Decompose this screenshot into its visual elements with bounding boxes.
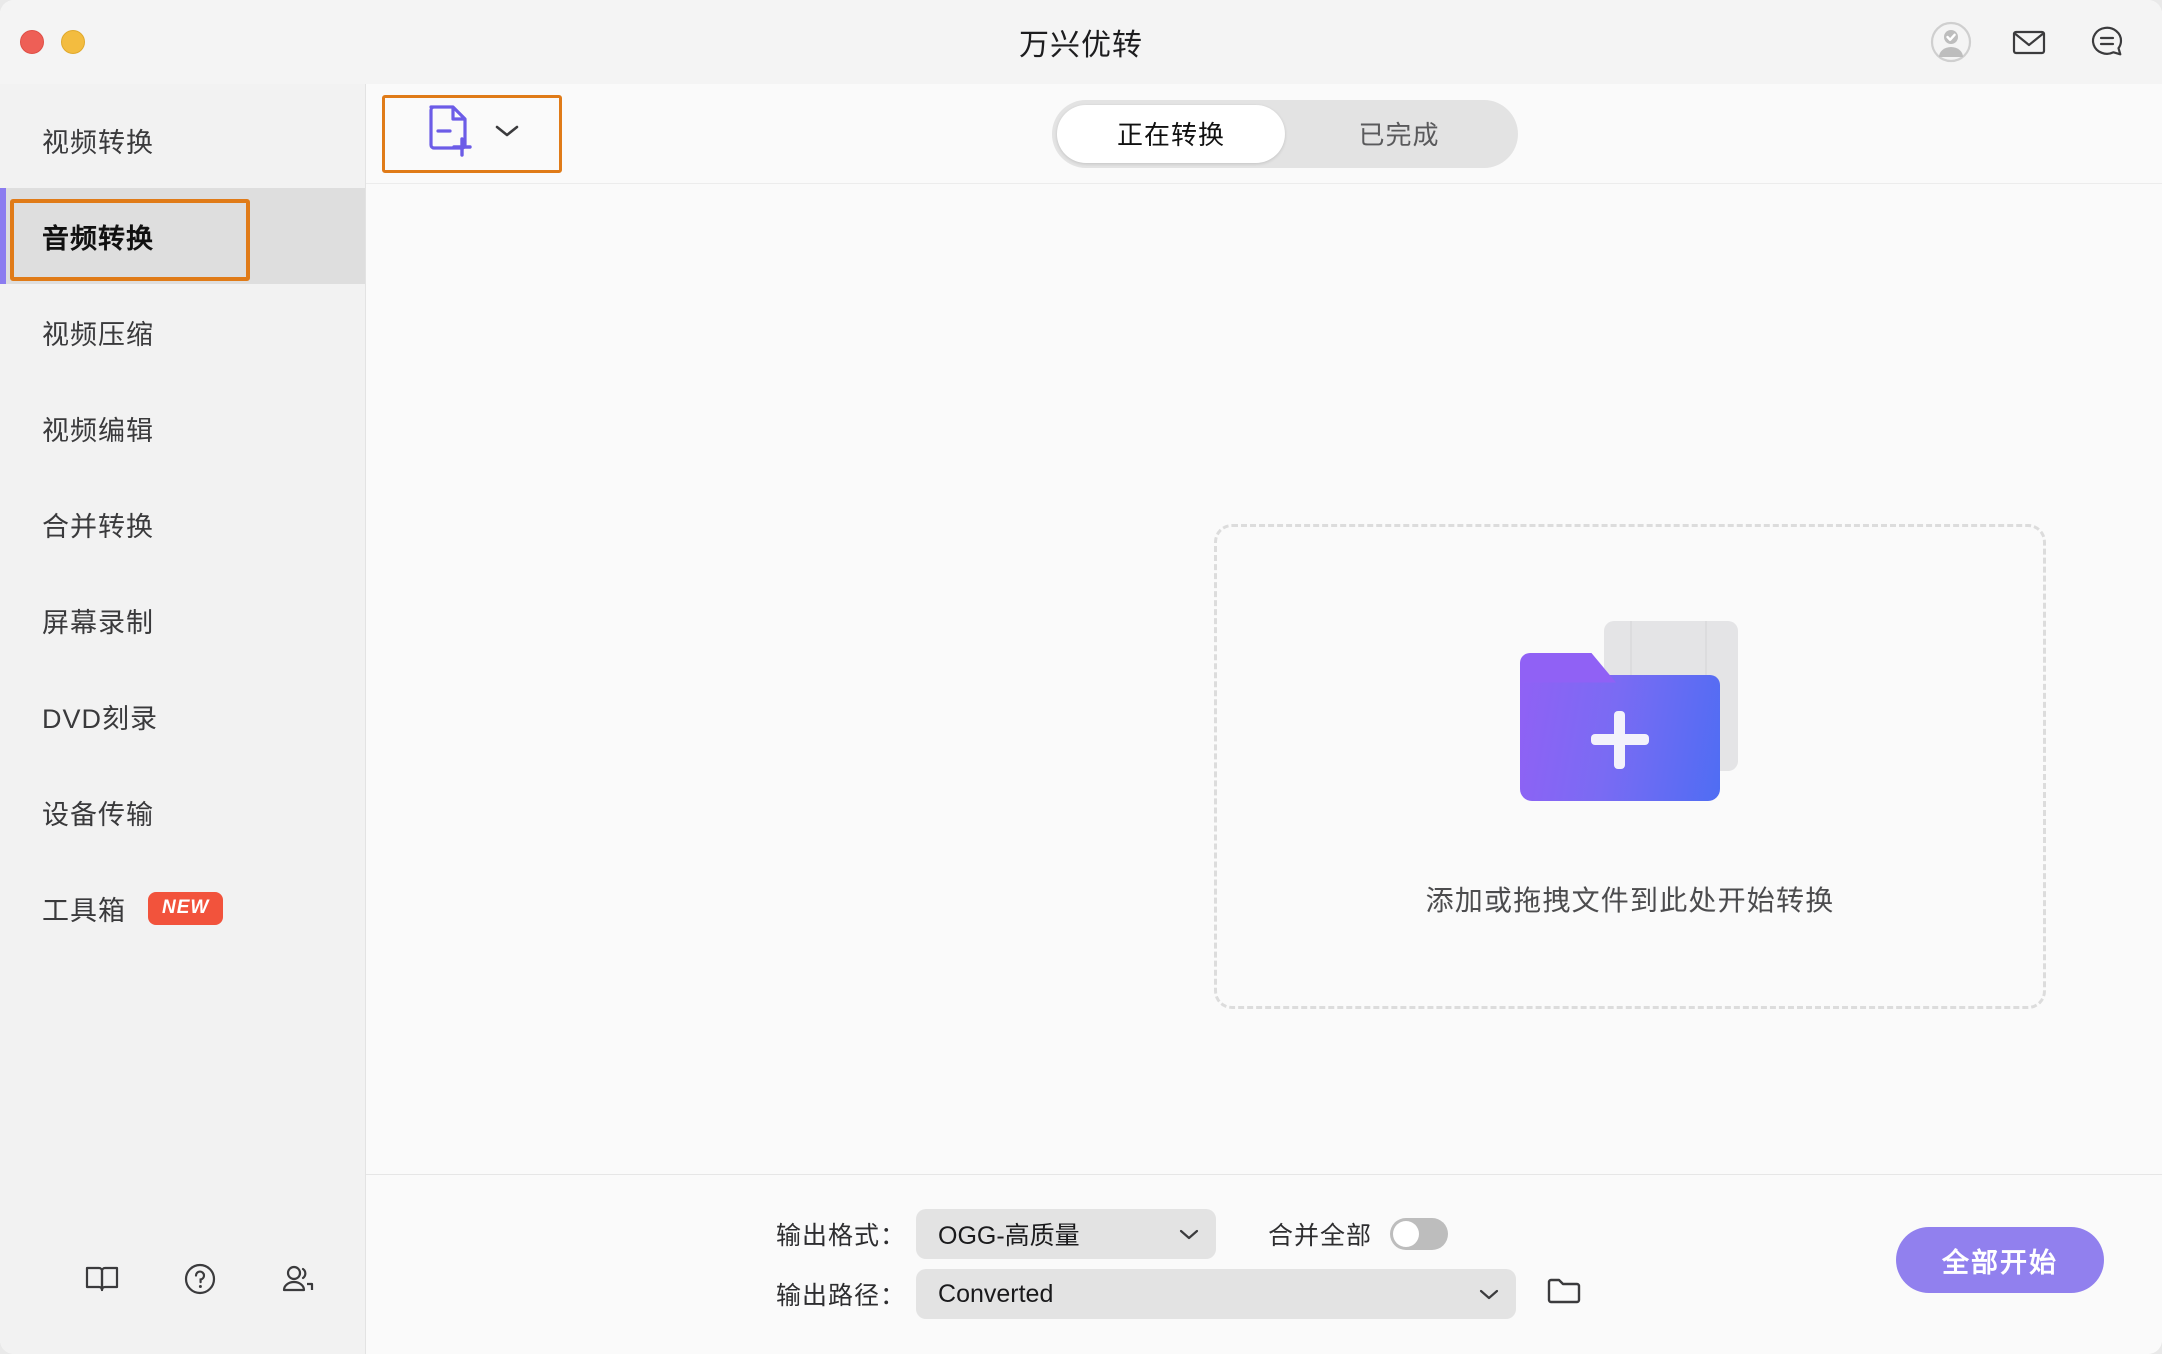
- account-avatar-icon[interactable]: [1930, 21, 1972, 63]
- add-file-button[interactable]: [382, 94, 562, 173]
- sidebar-item-video-edit[interactable]: 视频编辑: [0, 380, 365, 476]
- app-window: 万兴优转 视频转换 音频转换 视频压缩 视频编辑 合并转换 屏幕录制 DVD刻录…: [0, 0, 2162, 1354]
- tab-completed[interactable]: 已完成: [1285, 105, 1513, 163]
- output-format-value: OGG-高质量: [938, 1222, 1080, 1250]
- sidebar-item-label: 视频压缩: [42, 319, 154, 350]
- folder-icon: [1520, 674, 1720, 801]
- community-users-icon[interactable]: [278, 1259, 318, 1299]
- add-file-icon: [424, 103, 476, 164]
- file-dropzone[interactable]: 添加或拖拽文件到此处开始转换: [1214, 524, 2046, 1009]
- sidebar: 视频转换 音频转换 视频压缩 视频编辑 合并转换 屏幕录制 DVD刻录 设备传输…: [0, 84, 366, 1354]
- sidebar-item-label: DVD刻录: [42, 703, 159, 734]
- page-title: 万兴优转: [1019, 29, 1143, 62]
- title-bar: 万兴优转: [0, 0, 2162, 84]
- sidebar-item-label: 屏幕录制: [42, 607, 154, 638]
- sidebar-item-device-transfer[interactable]: 设备传输: [0, 764, 365, 860]
- folder-icon: [1546, 1276, 1582, 1313]
- convert-status-tabs: 正在转换 已完成: [1051, 99, 1518, 168]
- browse-folder-button[interactable]: [1544, 1274, 1584, 1314]
- tab-label: 已完成: [1358, 120, 1440, 150]
- output-path-value: Converted: [938, 1279, 1054, 1308]
- sidebar-nav: 视频转换 音频转换 视频压缩 视频编辑 合并转换 屏幕录制 DVD刻录 设备传输…: [0, 84, 365, 956]
- output-format-row: 输出格式： OGG-高质量 合并全部: [776, 1209, 1449, 1259]
- start-all-label: 全部开始: [1942, 1247, 2058, 1278]
- main-panel: 正在转换 已完成 添加或拖拽文件到此处开始转换 输出格式： OGG-高质量 合并…: [366, 84, 2162, 1354]
- sidebar-item-video-convert[interactable]: 视频转换: [0, 92, 365, 188]
- mail-icon[interactable]: [2008, 21, 2050, 63]
- sidebar-item-toolbox[interactable]: 工具箱 NEW: [0, 860, 365, 956]
- output-format-label: 输出格式：: [776, 1222, 907, 1250]
- toggle-knob: [1393, 1221, 1420, 1247]
- chevron-down-icon: [1178, 1227, 1200, 1241]
- plus-icon: [1614, 710, 1625, 769]
- merge-all-label: 合并全部: [1268, 1222, 1373, 1250]
- title-actions: [1930, 0, 2128, 84]
- sidebar-item-label: 音频转换: [42, 223, 154, 254]
- toolbar: 正在转换 已完成: [366, 84, 2162, 184]
- sidebar-item-audio-convert[interactable]: 音频转换: [0, 188, 365, 284]
- app-body: 视频转换 音频转换 视频压缩 视频编辑 合并转换 屏幕录制 DVD刻录 设备传输…: [0, 84, 2162, 1354]
- tab-converting[interactable]: 正在转换: [1056, 104, 1285, 163]
- dropzone-hint-text: 添加或拖拽文件到此处开始转换: [1425, 884, 1835, 916]
- canvas-area: 添加或拖拽文件到此处开始转换: [366, 184, 2162, 1174]
- tab-label: 正在转换: [1116, 120, 1225, 150]
- sidebar-item-label: 视频转换: [42, 127, 154, 158]
- folder-plus-illustration: [1520, 620, 1740, 821]
- chat-bubble-icon[interactable]: [2086, 21, 2128, 63]
- window-controls[interactable]: [20, 30, 85, 54]
- status-badge: NEW: [148, 891, 224, 925]
- sidebar-item-label: 工具箱: [42, 895, 126, 926]
- book-icon[interactable]: [82, 1259, 122, 1299]
- sidebar-item-screen-record[interactable]: 屏幕录制: [0, 572, 365, 668]
- sidebar-item-merge-convert[interactable]: 合并转换: [0, 476, 365, 572]
- minimize-button[interactable]: [61, 30, 85, 54]
- sidebar-item-video-compress[interactable]: 视频压缩: [0, 284, 365, 380]
- start-all-button[interactable]: 全部开始: [1896, 1227, 2104, 1293]
- sidebar-footer: [0, 1204, 365, 1354]
- output-format-select[interactable]: OGG-高质量: [916, 1209, 1217, 1259]
- bottom-bar: 输出格式： OGG-高质量 合并全部 输出路径： Converted 全部开始: [366, 1174, 2162, 1354]
- output-path-label: 输出路径：: [776, 1282, 907, 1310]
- output-path-select[interactable]: Converted: [916, 1269, 1517, 1319]
- output-path-row: 输出路径： Converted: [776, 1269, 1584, 1319]
- sidebar-item-dvd-burn[interactable]: DVD刻录: [0, 668, 365, 764]
- sidebar-item-label: 视频编辑: [42, 415, 154, 446]
- sidebar-item-label: 设备传输: [42, 799, 154, 830]
- chevron-down-icon[interactable]: [494, 123, 520, 144]
- sidebar-item-label: 合并转换: [42, 511, 154, 542]
- help-circle-icon[interactable]: [180, 1259, 220, 1299]
- merge-all-toggle[interactable]: [1390, 1218, 1449, 1250]
- chevron-down-icon: [1478, 1287, 1500, 1301]
- close-button[interactable]: [20, 30, 44, 54]
